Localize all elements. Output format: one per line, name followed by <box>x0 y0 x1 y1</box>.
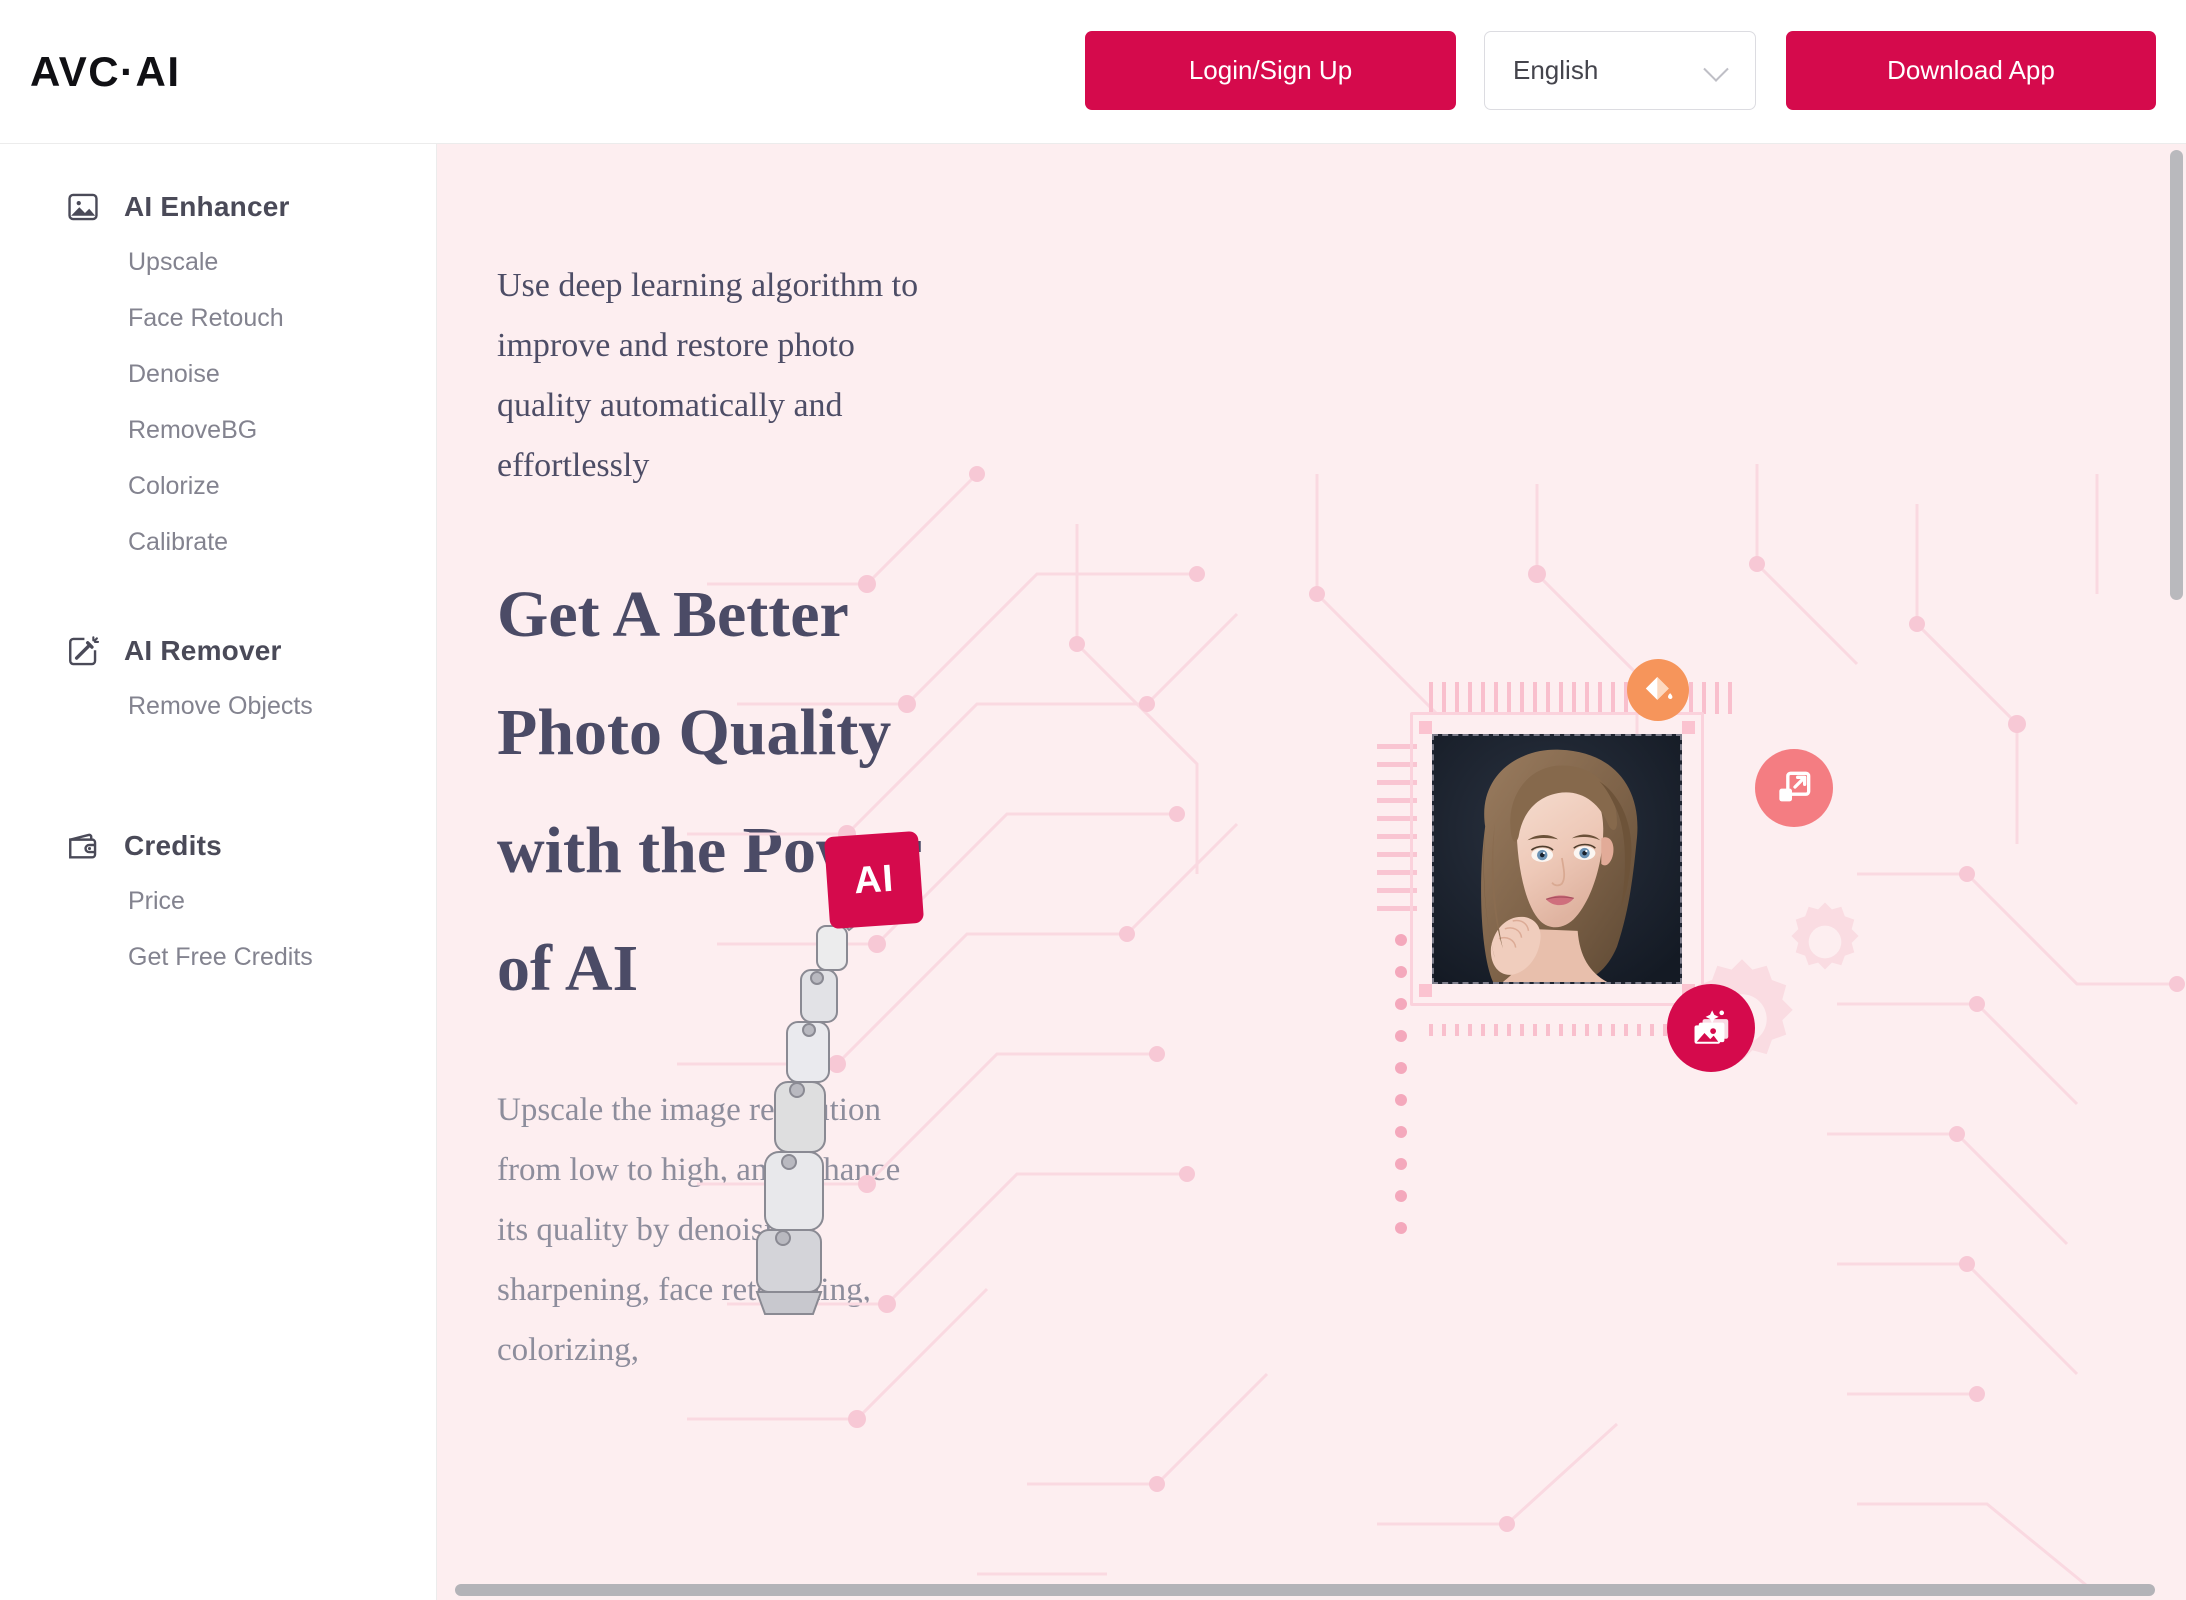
download-app-label: Download App <box>1887 55 2055 85</box>
sidebar-subitem-label: Remove Objects <box>128 691 313 720</box>
robot-hand-illustration <box>755 898 871 1315</box>
paint-bucket-icon <box>1645 676 1673 700</box>
sidebar-item-ai-enhancer[interactable]: AI Enhancer <box>0 180 436 234</box>
sidebar-subitem-upscale[interactable]: Upscale <box>0 234 436 290</box>
login-signup-button[interactable]: Login/Sign Up <box>1085 31 1456 110</box>
sidebar-group-credits: Credits Price Get Free Credits <box>0 819 436 985</box>
resize-expand-icon <box>1779 771 1811 802</box>
sidebar-subitem-denoise[interactable]: Denoise <box>0 346 436 402</box>
language-select-value: English <box>1513 55 1599 85</box>
horizontal-scrollbar[interactable] <box>455 1584 2155 1596</box>
sidebar-group-label: Credits <box>124 830 222 861</box>
sidebar: AI Enhancer Upscale Face Retouch Denoise… <box>0 144 437 1600</box>
image-icon <box>66 190 100 224</box>
portrait-photo-frame <box>1410 712 1704 1006</box>
magic-wand-icon <box>66 634 100 668</box>
sidebar-subitem-face-retouch[interactable]: Face Retouch <box>0 290 436 346</box>
sidebar-subitem-get-free-credits[interactable]: Get Free Credits <box>0 929 436 985</box>
resize-expand-badge[interactable] <box>1755 749 1833 827</box>
brand-logo-text: AVC·AI <box>30 48 181 95</box>
sidebar-item-credits[interactable]: Credits <box>0 819 436 873</box>
dot-marks-decoration <box>1395 934 1407 1254</box>
main-content: Use deep learning algorithm to improve a… <box>437 144 2186 1600</box>
vertical-scrollbar[interactable] <box>2170 150 2183 600</box>
sidebar-subitem-label: Price <box>128 886 185 915</box>
hero-illustration: AI <box>677 444 2186 1600</box>
paint-bucket-badge[interactable] <box>1627 659 1689 721</box>
sidebar-subitem-label: RemoveBG <box>128 415 258 444</box>
login-signup-label: Login/Sign Up <box>1188 55 1353 85</box>
sidebar-subitem-price[interactable]: Price <box>0 873 436 929</box>
image-enhance-badge[interactable] <box>1667 984 1755 1072</box>
portrait-photo <box>1432 734 1682 984</box>
download-app-button[interactable]: Download App <box>1786 31 2156 110</box>
ai-tile-label: AI <box>852 857 896 902</box>
sidebar-subitem-colorize[interactable]: Colorize <box>0 458 436 514</box>
wallet-icon <box>66 829 100 863</box>
language-select[interactable]: English <box>1484 31 1756 110</box>
top-header: AVC·AI Login/Sign Up English Download Ap… <box>0 0 2186 144</box>
sidebar-subitem-label: Colorize <box>128 471 220 500</box>
sidebar-group-ai-remover: AI Remover Remove Objects <box>0 624 436 734</box>
sidebar-subitem-remove-objects[interactable]: Remove Objects <box>0 678 436 734</box>
sidebar-subitem-calibrate[interactable]: Calibrate <box>0 514 436 570</box>
sidebar-group-label: AI Remover <box>124 635 282 666</box>
sidebar-group-ai-enhancer: AI Enhancer Upscale Face Retouch Denoise… <box>0 180 436 570</box>
sidebar-item-ai-remover[interactable]: AI Remover <box>0 624 436 678</box>
sidebar-subitem-label: Get Free Credits <box>128 942 313 971</box>
image-enhance-icon <box>1694 1010 1729 1044</box>
ai-tile-badge: AI <box>823 830 925 930</box>
sidebar-subitem-label: Calibrate <box>128 527 229 556</box>
sidebar-subitem-label: Denoise <box>128 359 220 388</box>
brand-logo[interactable]: AVC·AI <box>30 48 181 96</box>
chevron-down-icon <box>1703 55 1729 82</box>
sidebar-group-label: AI Enhancer <box>124 191 290 222</box>
sidebar-subitem-removebg[interactable]: RemoveBG <box>0 402 436 458</box>
sidebar-subitem-label: Upscale <box>128 247 219 276</box>
gear-icon <box>1791 902 1859 970</box>
sidebar-subitem-label: Face Retouch <box>128 303 284 332</box>
tick-marks-decoration <box>1429 682 1741 714</box>
app-root: AVC·AI Login/Sign Up English Download Ap… <box>0 0 2186 1600</box>
